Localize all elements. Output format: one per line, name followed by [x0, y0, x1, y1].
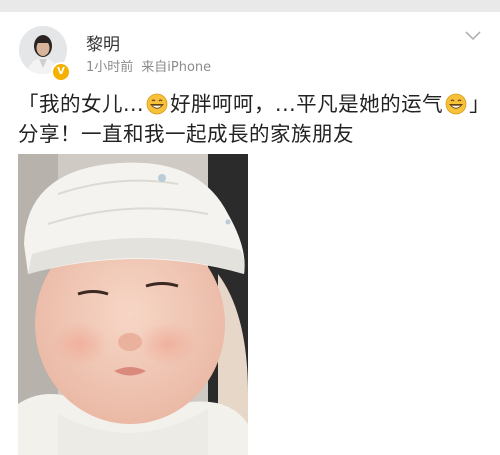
more-options-button[interactable]	[461, 27, 485, 45]
post-source[interactable]: 来自iPhone	[141, 60, 211, 75]
post-photo[interactable]	[18, 154, 248, 455]
post-text: 「我的女儿... 好胖呵呵，...平凡是她的运气 」分享！一直和我一起成長的家族…	[18, 89, 488, 149]
post-text-part-1: 「我的女儿...	[18, 92, 145, 116]
chevron-down-icon	[465, 31, 481, 41]
grinning-face-icon	[445, 93, 467, 115]
baby-photo-image	[18, 154, 248, 455]
author-name[interactable]: 黎明	[86, 30, 120, 55]
top-separator	[0, 0, 500, 12]
post-time: 1小时前	[86, 60, 134, 75]
post-text-part-2: 好胖呵呵，...平凡是她的运气	[170, 92, 444, 116]
verified-badge: V	[51, 62, 71, 82]
grinning-face-icon	[146, 93, 168, 115]
post-meta: 1小时前 来自iPhone	[86, 56, 211, 75]
